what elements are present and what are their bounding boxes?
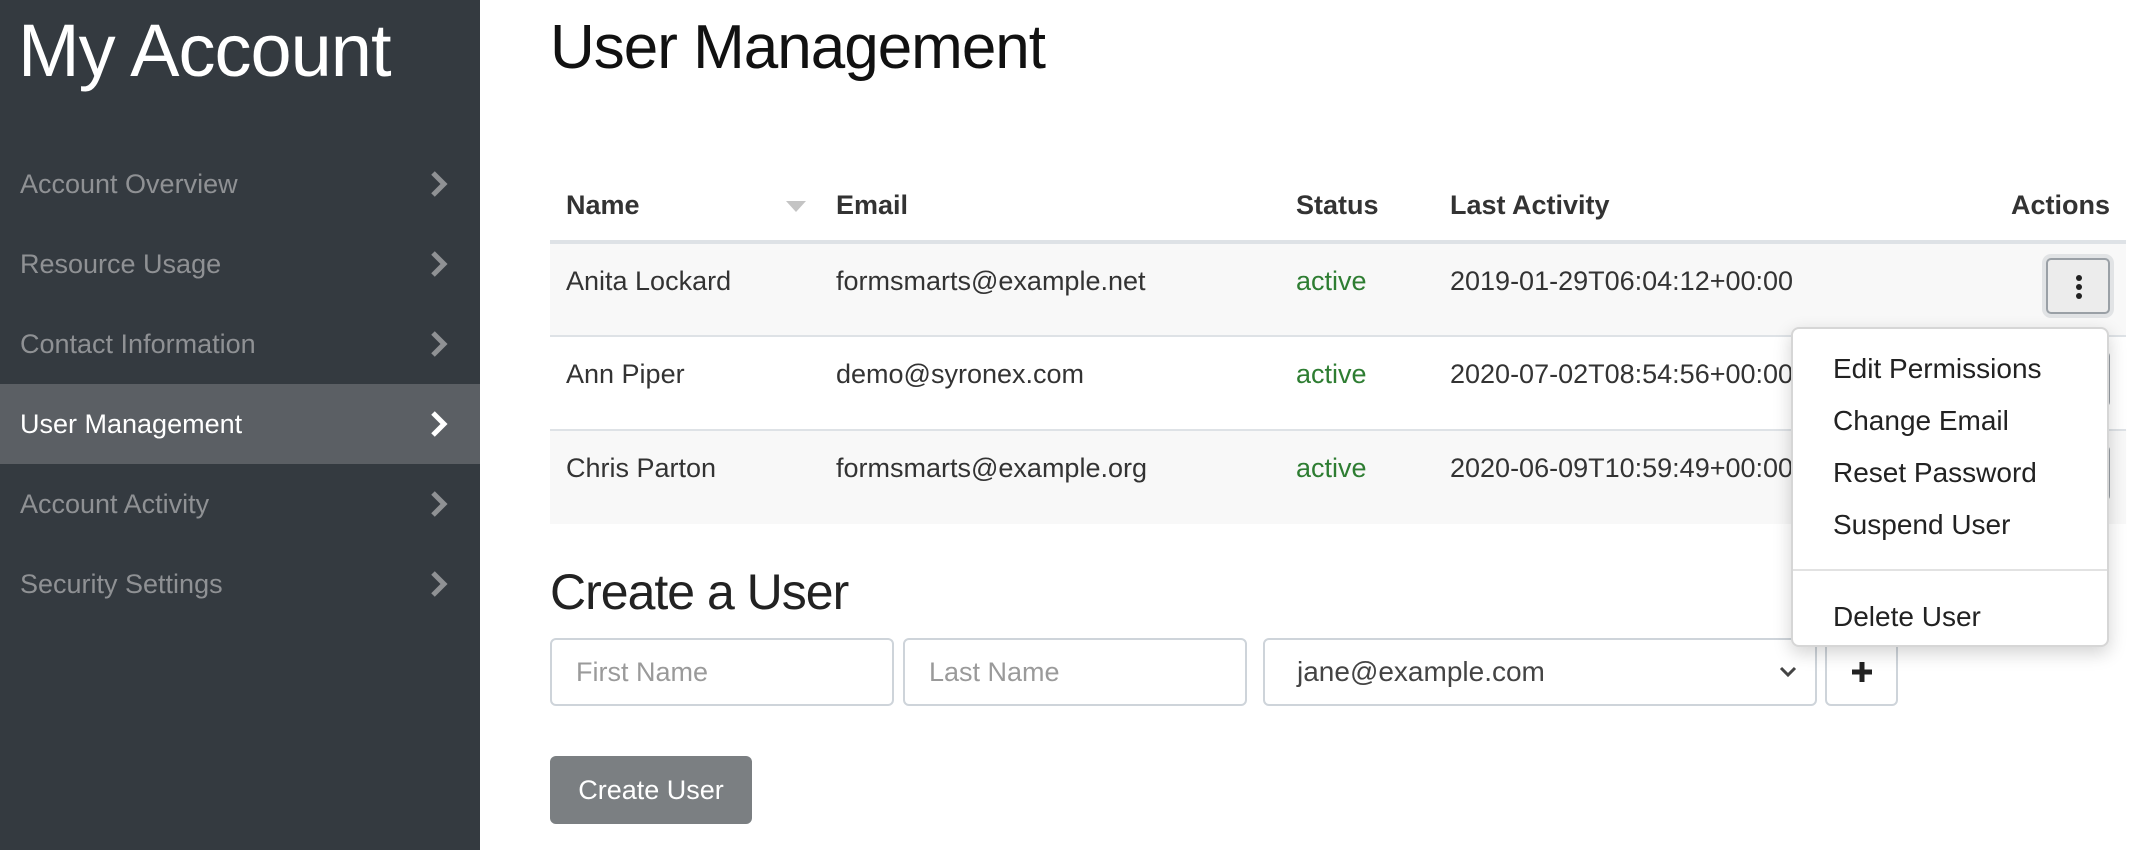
add-email-button[interactable] xyxy=(1825,638,1898,706)
page-title: User Management xyxy=(550,13,1046,82)
column-header-name[interactable]: Name xyxy=(550,170,820,244)
sidebar-item-label: Account Overview xyxy=(20,168,238,199)
cell-name: Anita Lockard xyxy=(550,241,820,336)
column-header-actions: Actions xyxy=(1954,170,2126,244)
first-name-input[interactable] xyxy=(550,638,894,706)
table-row: Anita Lockard formsmarts@example.net act… xyxy=(550,241,2126,336)
sidebar-item-account-overview[interactable]: Account Overview xyxy=(0,144,480,224)
last-name-input[interactable] xyxy=(903,638,1247,706)
chevron-right-icon xyxy=(422,167,456,201)
status-badge: active xyxy=(1280,335,1434,430)
row-actions-button[interactable] xyxy=(2046,258,2110,314)
create-user-heading: Create a User xyxy=(550,564,849,620)
menu-item-change-email[interactable]: Change Email xyxy=(1793,395,2107,447)
sidebar-item-label: Security Settings xyxy=(20,568,223,599)
sidebar-item-label: Account Activity xyxy=(20,488,210,519)
menu-item-delete-user[interactable]: Delete User xyxy=(1793,591,2107,643)
more-vertical-icon xyxy=(2076,275,2082,299)
table-header-row: Name Email Status Last Activity Actions xyxy=(550,170,2126,244)
sidebar-item-user-management[interactable]: User Management xyxy=(0,384,480,464)
sidebar-item-label: Resource Usage xyxy=(20,248,222,279)
cell-name: Chris Parton xyxy=(550,429,820,524)
sidebar: My Account Account Overview Resource Usa… xyxy=(0,0,480,850)
menu-divider xyxy=(1793,569,2107,571)
sidebar-item-account-activity[interactable]: Account Activity xyxy=(0,464,480,544)
plus-icon xyxy=(1851,662,1872,682)
cell-actions xyxy=(1954,241,2126,336)
menu-item-edit-permissions[interactable]: Edit Permissions xyxy=(1793,343,2107,395)
menu-item-reset-password[interactable]: Reset Password xyxy=(1793,447,2107,499)
sort-desc-icon[interactable] xyxy=(786,201,806,212)
cell-last-activity: 2019-01-29T06:04:12+00:00 xyxy=(1434,241,1954,336)
sidebar-item-label: Contact Information xyxy=(20,328,256,359)
sidebar-item-contact-information[interactable]: Contact Information xyxy=(0,304,480,384)
chevron-right-icon xyxy=(422,327,456,361)
chevron-right-icon xyxy=(422,487,456,521)
chevron-right-icon xyxy=(422,567,456,601)
column-header-email: Email xyxy=(820,170,1280,244)
sidebar-item-resource-usage[interactable]: Resource Usage xyxy=(0,224,480,304)
email-select-value: jane@example.com xyxy=(1297,656,1545,687)
cell-name: Ann Piper xyxy=(550,335,820,430)
chevron-right-icon xyxy=(422,247,456,281)
chevron-down-icon xyxy=(1779,666,1797,678)
status-badge: active xyxy=(1280,241,1434,336)
sidebar-nav: Account Overview Resource Usage Contact … xyxy=(0,144,480,624)
status-badge: active xyxy=(1280,429,1434,524)
create-user-button[interactable]: Create User xyxy=(550,756,752,824)
menu-item-suspend-user[interactable]: Suspend User xyxy=(1793,499,2107,551)
cell-email: formsmarts@example.org xyxy=(820,429,1280,524)
row-actions-menu: Edit Permissions Change Email Reset Pass… xyxy=(1791,327,2109,647)
column-header-status: Status xyxy=(1280,170,1434,244)
cell-email: demo@syronex.com xyxy=(820,335,1280,430)
cell-email: formsmarts@example.net xyxy=(820,241,1280,336)
chevron-right-icon xyxy=(422,407,456,441)
sidebar-item-security-settings[interactable]: Security Settings xyxy=(0,544,480,624)
sidebar-title: My Account xyxy=(18,9,392,92)
column-header-label: Name xyxy=(566,189,640,220)
email-select[interactable]: jane@example.com xyxy=(1263,638,1817,706)
column-header-last-activity: Last Activity xyxy=(1434,170,1954,244)
sidebar-item-label: User Management xyxy=(20,408,243,439)
